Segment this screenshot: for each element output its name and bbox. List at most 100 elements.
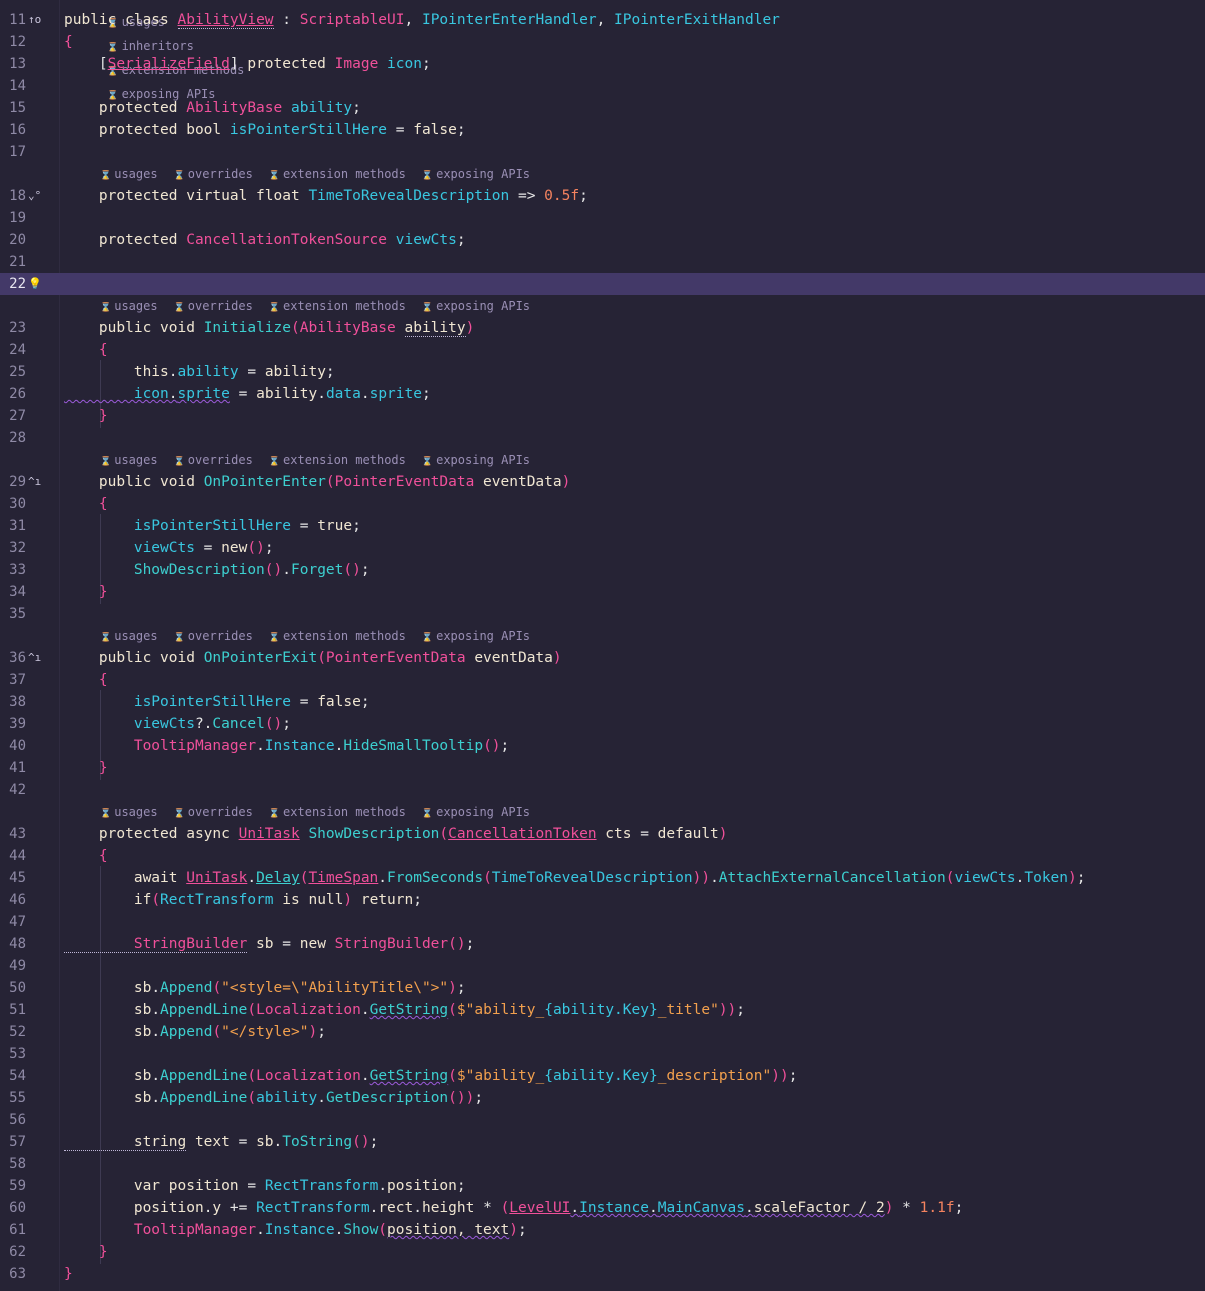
line-number[interactable]: 29 [4, 471, 26, 493]
code-line[interactable]: 39 viewCts?.Cancel(); [0, 713, 1205, 735]
codelens-overrides[interactable]: overrides [174, 167, 253, 181]
line-number[interactable]: 48 [4, 933, 26, 955]
code-line[interactable]: 62 } [0, 1241, 1205, 1263]
code-line[interactable]: 18 ⌄° protected virtual float TimeToRevea… [0, 185, 1205, 207]
code-line[interactable]: 53 [0, 1043, 1205, 1065]
code-line[interactable]: 14 [0, 75, 1205, 97]
inheritors-icon[interactable]: ↑o [28, 9, 50, 31]
code-line[interactable]: 22 💡 [0, 273, 1205, 295]
line-number[interactable]: 21 [4, 251, 26, 273]
line-number[interactable]: 11 [4, 9, 26, 31]
line-number[interactable]: 49 [4, 955, 26, 977]
code-line[interactable]: 36 ^ı public void OnPointerExit(PointerEv… [0, 647, 1205, 669]
line-number[interactable]: 32 [4, 537, 26, 559]
code-line[interactable]: 42 [0, 779, 1205, 801]
code-line[interactable]: 33 ShowDescription().Forget(); [0, 559, 1205, 581]
line-number[interactable]: 23 [4, 317, 26, 339]
line-number[interactable]: 63 [4, 1263, 26, 1285]
line-number[interactable]: 20 [4, 229, 26, 251]
line-number[interactable]: 42 [4, 779, 26, 801]
code-line[interactable]: 58 [0, 1153, 1205, 1175]
code-editor[interactable]: usages inheritors extension methods expo… [0, 0, 1205, 1291]
code-line[interactable]: 57 string text = sb.ToString(); [0, 1131, 1205, 1153]
code-line[interactable]: 63} [0, 1263, 1205, 1285]
code-line[interactable]: 17 [0, 141, 1205, 163]
code-line[interactable]: 54 sb.AppendLine(Localization.GetString(… [0, 1065, 1205, 1087]
implements-icon[interactable]: ^ı [28, 471, 50, 493]
line-number[interactable]: 39 [4, 713, 26, 735]
line-number[interactable]: 28 [4, 427, 26, 449]
code-line[interactable]: 47 [0, 911, 1205, 933]
code-line[interactable]: 37 { [0, 669, 1205, 691]
code-line[interactable]: 23 public void Initialize(AbilityBase ab… [0, 317, 1205, 339]
codelens-usages[interactable]: usages [100, 167, 158, 181]
codelens-overrides[interactable]: overrides [174, 629, 253, 643]
code-line[interactable]: 60 position.y += RectTransform.rect.heig… [0, 1197, 1205, 1219]
line-number[interactable]: 62 [4, 1241, 26, 1263]
code-line[interactable]: 59 var position = RectTransform.position… [0, 1175, 1205, 1197]
code-line[interactable]: 27 } [0, 405, 1205, 427]
line-number[interactable]: 34 [4, 581, 26, 603]
code-line[interactable]: 13 [SerializeField] protected Image icon… [0, 53, 1205, 75]
codelens-exposing-apis[interactable]: exposing APIs [422, 299, 530, 313]
code-line[interactable]: 43 protected async UniTask ShowDescripti… [0, 823, 1205, 845]
code-line[interactable]: 16 protected bool isPointerStillHere = f… [0, 119, 1205, 141]
code-line[interactable]: 30 { [0, 493, 1205, 515]
code-line[interactable]: 40 TooltipManager.Instance.HideSmallTool… [0, 735, 1205, 757]
line-number[interactable]: 18 [4, 185, 26, 207]
code-line[interactable]: 38 isPointerStillHere = false; [0, 691, 1205, 713]
codelens-exposing-apis[interactable]: exposing APIs [422, 167, 530, 181]
codelens-exposing-apis[interactable]: exposing APIs [422, 453, 530, 467]
line-number[interactable]: 24 [4, 339, 26, 361]
line-number[interactable]: 54 [4, 1065, 26, 1087]
codelens-usages[interactable]: usages [100, 299, 158, 313]
line-number[interactable]: 55 [4, 1087, 26, 1109]
codelens-usages[interactable]: usages [100, 453, 158, 467]
code-line[interactable]: 46 if(RectTransform is null) return; [0, 889, 1205, 911]
lightbulb-icon[interactable]: 💡 [28, 273, 50, 295]
line-number[interactable]: 27 [4, 405, 26, 427]
line-number[interactable]: 44 [4, 845, 26, 867]
code-line[interactable]: 50 sb.Append("<style=\"AbilityTitle\">")… [0, 977, 1205, 999]
override-icon[interactable]: ⌄° [28, 185, 50, 207]
line-number[interactable]: 14 [4, 75, 26, 97]
code-line[interactable]: 45 await UniTask.Delay(TimeSpan.FromSeco… [0, 867, 1205, 889]
codelens-overrides[interactable]: overrides [174, 453, 253, 467]
code-line[interactable]: 24 { [0, 339, 1205, 361]
code-line[interactable]: 21 [0, 251, 1205, 273]
line-number[interactable]: 13 [4, 53, 26, 75]
codelens-overrides[interactable]: overrides [174, 805, 253, 819]
codelens-usages[interactable]: usages [100, 629, 158, 643]
line-number[interactable]: 58 [4, 1153, 26, 1175]
code-line[interactable]: 41 } [0, 757, 1205, 779]
code-line[interactable]: 49 [0, 955, 1205, 977]
code-line[interactable]: 25 this.ability = ability; [0, 361, 1205, 383]
code-line[interactable]: 12 { [0, 31, 1205, 53]
code-line[interactable]: 48 StringBuilder sb = new StringBuilder(… [0, 933, 1205, 955]
line-number[interactable]: 37 [4, 669, 26, 691]
line-number[interactable]: 31 [4, 515, 26, 537]
line-number[interactable]: 12 [4, 31, 26, 53]
codelens-extension-methods[interactable]: extension methods [269, 453, 406, 467]
line-number[interactable]: 16 [4, 119, 26, 141]
codelens-overrides[interactable]: overrides [174, 299, 253, 313]
line-number[interactable]: 26 [4, 383, 26, 405]
implements-icon[interactable]: ^ı [28, 647, 50, 669]
line-number[interactable]: 17 [4, 141, 26, 163]
line-number[interactable]: 25 [4, 361, 26, 383]
codelens-exposing-apis[interactable]: exposing APIs [422, 805, 530, 819]
codelens-usages[interactable]: usages [100, 805, 158, 819]
line-number[interactable]: 45 [4, 867, 26, 889]
codelens-extension-methods[interactable]: extension methods [269, 299, 406, 313]
code-line[interactable]: 56 [0, 1109, 1205, 1131]
line-number[interactable]: 40 [4, 735, 26, 757]
line-number[interactable]: 41 [4, 757, 26, 779]
code-line[interactable]: 51 sb.AppendLine(Localization.GetString(… [0, 999, 1205, 1021]
line-number[interactable]: 56 [4, 1109, 26, 1131]
code-line[interactable]: 34 } [0, 581, 1205, 603]
line-number[interactable]: 38 [4, 691, 26, 713]
line-number[interactable]: 60 [4, 1197, 26, 1219]
codelens-exposing-apis[interactable]: exposing APIs [422, 629, 530, 643]
line-number[interactable]: 35 [4, 603, 26, 625]
codelens-extension-methods[interactable]: extension methods [269, 805, 406, 819]
